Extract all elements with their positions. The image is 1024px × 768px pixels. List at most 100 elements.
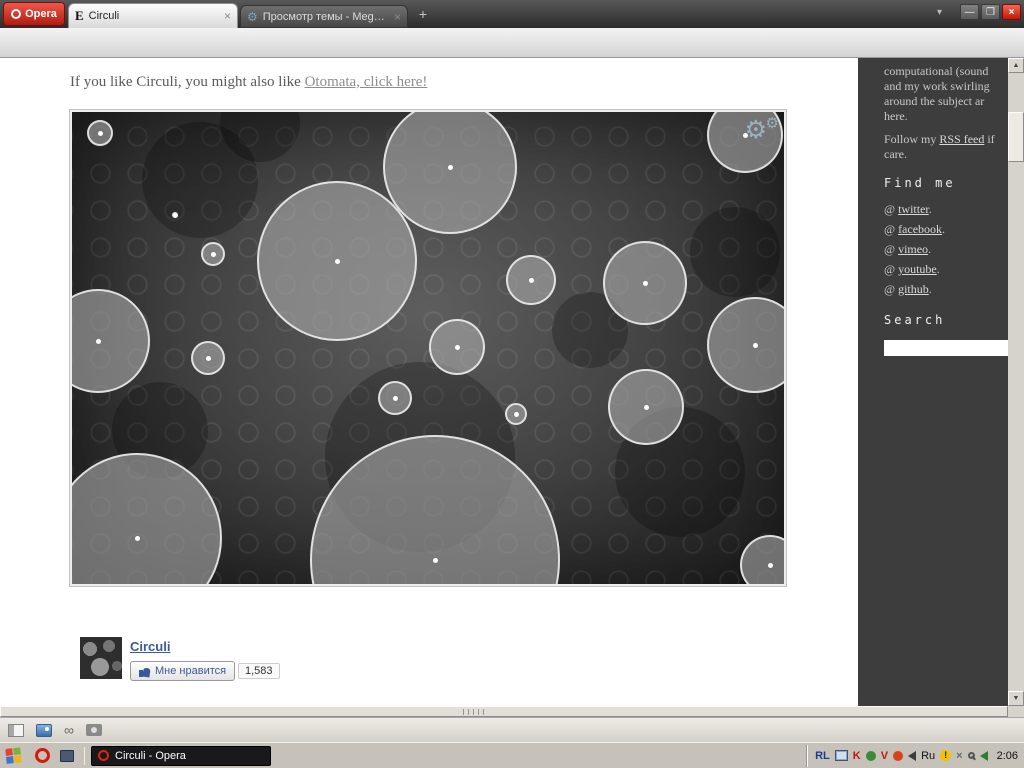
tab-list-dropdown-icon[interactable]: ▾ [937,7,942,18]
thumb-up-icon [139,666,150,677]
game-circle[interactable] [87,120,113,146]
new-tab-button[interactable]: + [414,7,432,23]
facebook-link[interactable]: facebook [898,222,942,236]
speaker-green-tray-icon[interactable] [980,751,988,761]
opera-menu-button[interactable]: Opera [3,2,65,26]
game-circle[interactable] [257,181,417,341]
system-tray: RL K V Ru ! × 2:06 [806,745,1024,767]
gear-icon[interactable]: ⚙ [745,116,767,144]
vertical-scrollbar[interactable]: ▲ ▼ [1008,58,1024,706]
windows-logo-icon [6,756,14,764]
vimeo-link[interactable]: vimeo [898,242,928,256]
language-indicator[interactable]: Ru [921,750,935,762]
circle-center-dot [529,278,534,283]
tab-title: Просмотр темы - MegaB... [263,11,389,23]
game-canvas[interactable]: ⚙ ⚙ [70,110,786,586]
at-sign: @ [884,262,895,276]
gear-icon[interactable]: ⚙ [766,114,779,132]
opera-link-icon[interactable]: ∞ [64,724,74,737]
horizontal-scrollbar-thumb[interactable] [0,706,1008,717]
like-button[interactable]: Мне нравится [130,661,235,681]
game-circle[interactable] [603,241,687,325]
maximize-button[interactable]: ❐ [981,4,1000,20]
social-link-row: @ vimeo. [884,239,1008,259]
otomata-link[interactable]: Otomata, click here! [305,74,428,90]
shadow-blob [690,207,780,297]
facebook-page-link[interactable]: Circuli [130,639,170,654]
game-circle[interactable] [429,319,485,375]
status-green-tray-icon[interactable] [866,751,876,761]
at-sign: @ [884,242,895,256]
forum-favicon: ⚙ [247,10,258,24]
game-circle[interactable] [608,369,684,445]
close-tray-icon[interactable]: × [956,750,962,762]
sidebar-search-input[interactable] [884,340,1008,356]
youtube-link[interactable]: youtube [898,262,937,276]
game-circle[interactable] [378,381,412,415]
like-count: 1,583 [238,663,280,679]
vertical-scrollbar-thumb[interactable] [1008,112,1024,162]
panels-toggle-icon[interactable] [8,724,24,737]
circle-center-dot [644,405,649,410]
address-toolbar: ← → ↻ Веб www.earslap.com/projectslab/ci… [0,28,1024,58]
social-link-row: @ github. [884,279,1008,299]
find-me-heading: Find me [884,176,1008,191]
social-link-row: @ youtube. [884,259,1008,279]
minimize-button[interactable]: — [960,4,979,20]
page-content: If you like Circuli, you might also like… [0,58,1008,706]
snapshot-icon[interactable] [86,724,102,736]
circle-center-dot [753,343,758,348]
follow-text: if [987,132,994,146]
game-circle[interactable] [707,297,786,393]
taskbar-separator [84,747,85,765]
horizontal-scrollbar[interactable] [0,706,1008,717]
circle-center-dot [393,396,398,401]
opera-icon [98,750,109,761]
github-link[interactable]: github [898,282,929,296]
rss-feed-link[interactable]: RSS feed [939,132,984,146]
circle-center-dot [96,339,101,344]
game-circle[interactable] [201,242,225,266]
game-circle[interactable] [70,289,150,393]
sidebar-text-line: computational (sound [884,64,1008,79]
alert-tray-icon[interactable] [893,751,903,761]
tab-close-icon[interactable]: × [394,10,401,24]
game-circle[interactable] [506,255,556,305]
quicklaunch-desktop-icon[interactable] [60,750,74,762]
game-circle[interactable] [191,341,225,375]
circle-center-dot [514,412,519,417]
v-tray-icon[interactable]: V [881,750,888,762]
warning-tray-icon[interactable]: ! [940,750,951,761]
opera-menu-label: Opera [25,8,57,20]
game-circle[interactable] [505,403,527,425]
twitter-link[interactable]: twitter [898,202,929,216]
tab-forum[interactable]: ⚙ Просмотр темы - MegaB... × [240,5,408,28]
sidebar-text-line: care. [884,147,1008,162]
game-circle[interactable] [172,212,178,218]
circle-center-dot [455,345,460,350]
start-button[interactable] [5,747,24,765]
scroll-up-button[interactable]: ▲ [1008,58,1024,73]
antivirus-tray-icon[interactable]: K [853,750,861,762]
taskbar-clock: 2:06 [997,750,1018,762]
scroll-down-button[interactable]: ▼ [1008,691,1024,706]
follow-text: Follow my [884,132,936,146]
earslap-favicon: E [75,8,84,24]
display-tray-icon[interactable] [835,750,848,761]
images-toggle-icon[interactable] [36,724,52,737]
game-circle[interactable] [740,535,786,586]
task-button-opera[interactable]: Circuli - Opera [91,746,271,766]
social-link-row: @ twitter. [884,199,1008,219]
magnifier-tray-icon[interactable] [968,752,975,759]
period: . [942,222,945,236]
tab-circuli[interactable]: E Circuli × [68,3,238,28]
period: . [937,262,940,276]
status-bar: ∞ [0,717,1024,742]
language-indicator[interactable]: RL [815,750,830,762]
volume-tray-icon[interactable] [908,751,916,761]
quicklaunch-opera-icon[interactable] [35,748,50,763]
tab-close-icon[interactable]: × [224,9,231,23]
close-button[interactable]: × [1002,4,1021,20]
canvas-settings[interactable]: ⚙ ⚙ [745,114,779,145]
game-circle[interactable] [70,453,222,586]
